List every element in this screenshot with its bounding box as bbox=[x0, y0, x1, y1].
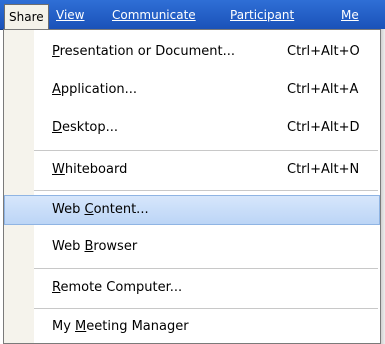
menu-communicate[interactable]: Communicate bbox=[108, 5, 200, 26]
menu-separator bbox=[34, 308, 378, 309]
menu-item-label: Web Content... bbox=[52, 202, 149, 217]
menu-item-application[interactable]: Application... Ctrl+Alt+A bbox=[4, 75, 380, 105]
share-dropdown-menu: Presentation or Document... Ctrl+Alt+O A… bbox=[3, 29, 381, 344]
menu-item-shortcut: Ctrl+Alt+D bbox=[287, 120, 360, 135]
menu-item-shortcut: Ctrl+Alt+O bbox=[287, 44, 360, 59]
menu-separator bbox=[34, 268, 378, 269]
menu-item-shortcut: Ctrl+Alt+A bbox=[287, 82, 359, 97]
menu-item-whiteboard[interactable]: Whiteboard Ctrl+Alt+N bbox=[4, 155, 380, 185]
menu-item-label: Web Browser bbox=[52, 239, 138, 254]
menu-item-label: Presentation or Document... bbox=[52, 44, 235, 59]
menu-meeting[interactable]: Me bbox=[337, 5, 363, 26]
menu-separator bbox=[34, 150, 378, 151]
menu-item-label: Application... bbox=[52, 82, 138, 97]
menu-item-shortcut: Ctrl+Alt+N bbox=[287, 162, 360, 177]
menu-item-label: Remote Computer... bbox=[52, 280, 183, 295]
menu-share[interactable]: Share bbox=[4, 4, 49, 30]
menu-view[interactable]: View bbox=[52, 5, 88, 26]
menu-item-my-meeting-manager[interactable]: My Meeting Manager bbox=[4, 312, 380, 342]
menu-item-web-browser[interactable]: Web Browser bbox=[4, 232, 380, 262]
menu-item-web-content[interactable]: Web Content... bbox=[4, 195, 380, 225]
menu-item-label: Whiteboard bbox=[52, 162, 128, 177]
menu-item-presentation-or-document[interactable]: Presentation or Document... Ctrl+Alt+O bbox=[4, 37, 380, 67]
menu-item-label: Desktop... bbox=[52, 120, 119, 135]
menu-item-desktop[interactable]: Desktop... Ctrl+Alt+D bbox=[4, 113, 380, 143]
menu-separator bbox=[34, 190, 378, 191]
menu-item-label: My Meeting Manager bbox=[52, 319, 189, 334]
menu-bar: Share View Communicate Participant Me bbox=[0, 0, 385, 30]
menu-item-remote-computer[interactable]: Remote Computer... bbox=[4, 273, 380, 303]
menu-participant[interactable]: Participant bbox=[226, 5, 298, 26]
